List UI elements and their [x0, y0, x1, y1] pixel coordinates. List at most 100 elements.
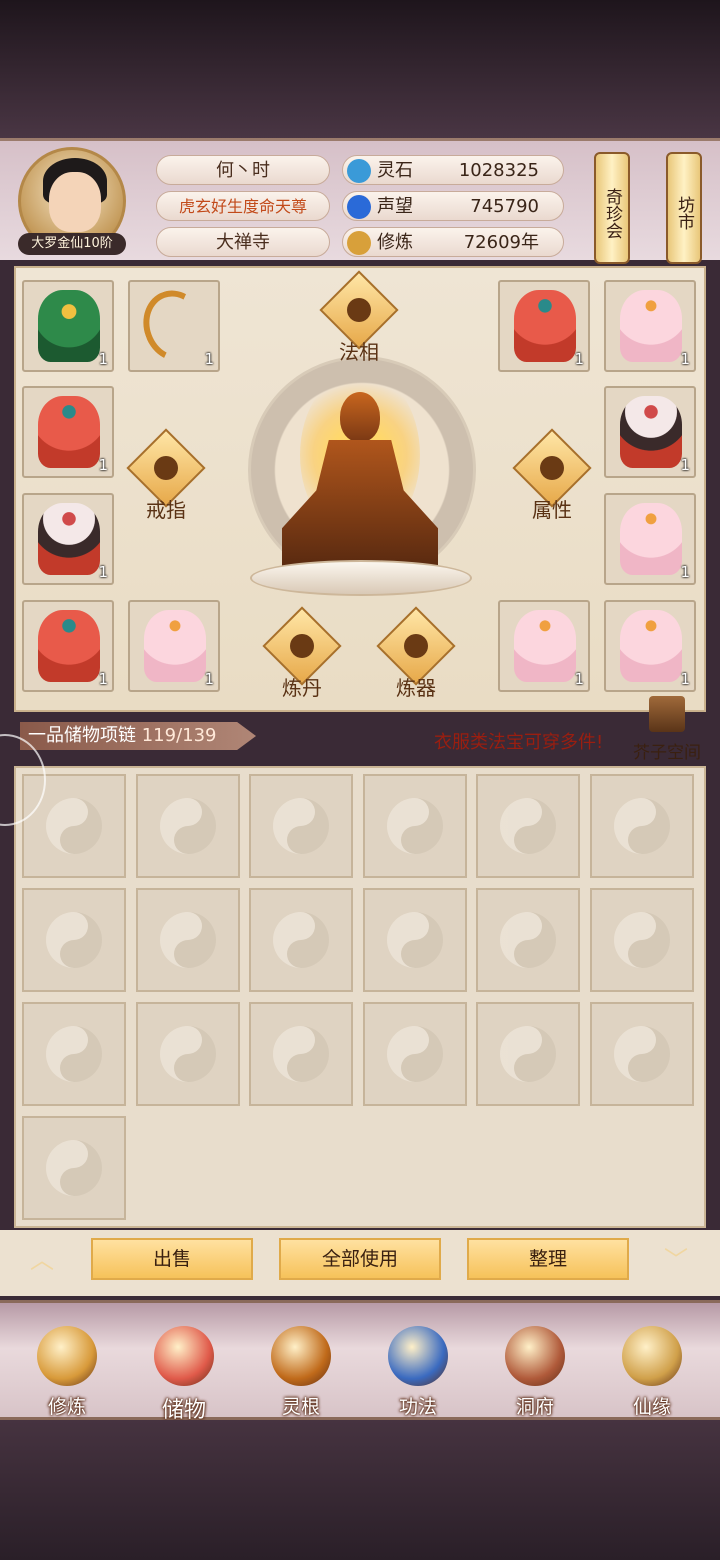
yin-yang-icon: [46, 912, 102, 968]
yin-yang-icon: [159, 798, 216, 854]
stat-prestige: 声望 745790: [342, 191, 564, 221]
bag-cell-empty[interactable]: [22, 1116, 126, 1220]
yin-yang-icon: [500, 912, 556, 968]
bag-cell-empty[interactable]: [362, 888, 467, 992]
bag-cell-empty[interactable]: [135, 774, 240, 878]
yin-yang-icon: [273, 798, 329, 854]
robe-icon: [620, 610, 682, 682]
hat-icon: [540, 456, 564, 480]
treasure-fair-button[interactable]: 奇珍会: [594, 152, 630, 264]
nav-item[interactable]: 仙缘: [607, 1326, 697, 1418]
page-up-arrow-icon[interactable]: ︿: [22, 1246, 62, 1274]
nav-item[interactable]: 修炼: [22, 1326, 112, 1418]
yin-yang-icon: [613, 1026, 670, 1082]
stat-spirit-stone: 灵石 1028325: [342, 155, 564, 185]
equipment-slot[interactable]: 1: [604, 280, 696, 372]
yin-yang-icon: [613, 912, 670, 968]
item-quantity: 1: [204, 670, 214, 688]
nav-item[interactable]: 功法: [373, 1326, 463, 1418]
alchemy-label: 炼丹: [282, 676, 322, 700]
equipment-slot[interactable]: 1: [604, 386, 696, 478]
item-quantity: 1: [680, 563, 690, 581]
stat-name: 修炼: [377, 232, 413, 253]
nav-item[interactable]: 洞府: [490, 1326, 580, 1418]
robe-icon: [514, 290, 576, 362]
robe-icon: [38, 610, 100, 682]
pocket-space-label: 芥子空间: [633, 743, 701, 763]
item-quantity: 1: [204, 350, 214, 368]
stat-value: 1028325: [458, 160, 539, 181]
bag-cell-empty[interactable]: [249, 1002, 353, 1106]
bag-cell-empty[interactable]: [476, 1002, 580, 1106]
bag-cell-empty[interactable]: [249, 888, 353, 992]
bag-name: 一品储物项链: [28, 725, 136, 746]
bag-count: 119/139: [141, 725, 217, 746]
use-all-button[interactable]: 全部使用: [279, 1238, 441, 1280]
bag-cell-empty[interactable]: [362, 774, 467, 878]
bag-hint: 衣服类法宝可穿多件!: [434, 732, 604, 753]
market-button[interactable]: 坊市: [666, 152, 702, 264]
scripture-book-icon: [388, 1326, 448, 1386]
equipment-slot[interactable]: 1: [22, 280, 114, 372]
bag-cell-empty[interactable]: [476, 774, 580, 878]
bag-cell-empty[interactable]: [589, 888, 694, 992]
bag-cell-empty[interactable]: [589, 774, 694, 878]
cultivation-icon: [347, 231, 371, 255]
yin-yang-icon: [46, 1026, 102, 1082]
item-quantity: 1: [680, 456, 690, 474]
item-quantity: 1: [680, 670, 690, 688]
equipment-slot[interactable]: 1: [22, 493, 114, 585]
pocket-space-button[interactable]: 芥子空间: [632, 696, 702, 763]
page-down-arrow-icon[interactable]: ﹀: [656, 1246, 696, 1274]
nav-label: 功法: [398, 1396, 437, 1418]
player-title[interactable]: 虎玄好生度命天尊: [156, 191, 330, 221]
item-quantity: 1: [574, 670, 584, 688]
item-quantity: 1: [98, 563, 108, 581]
nav-item[interactable]: 灵根: [256, 1326, 346, 1418]
equipment-slot[interactable]: 1: [22, 386, 114, 478]
equipment-slot[interactable]: 1: [128, 280, 220, 372]
robe-icon: [620, 396, 682, 468]
yin-yang-icon: [386, 1026, 443, 1082]
stat-value: 745790: [470, 196, 539, 217]
meditating-figure-head: [340, 392, 380, 442]
cauldron-icon: [290, 634, 314, 658]
stat-cultivation: 修炼 72609年: [342, 227, 564, 257]
treasure-box-icon: [649, 696, 685, 732]
equipment-slot[interactable]: 1: [498, 280, 590, 372]
equipment-slot[interactable]: 1: [604, 600, 696, 692]
robe-icon: [38, 290, 100, 362]
yin-yang-icon: [273, 1026, 329, 1082]
item-quantity: 1: [98, 670, 108, 688]
equipment-slot[interactable]: 1: [604, 493, 696, 585]
yin-yang-icon: [159, 912, 216, 968]
bag-cell-empty[interactable]: [589, 1002, 694, 1106]
stat-value: 72609年: [463, 232, 539, 253]
bag-cell-empty[interactable]: [249, 774, 353, 878]
bag-cell-empty[interactable]: [22, 888, 126, 992]
sort-button[interactable]: 整理: [467, 1238, 629, 1280]
spirit-stone-icon: [347, 159, 371, 183]
item-quantity: 1: [98, 350, 108, 368]
bag-cell-empty[interactable]: [22, 1002, 126, 1106]
yin-yang-icon: [613, 798, 670, 854]
sell-button[interactable]: 出售: [91, 1238, 253, 1280]
player-name: 何丶时: [156, 155, 330, 185]
spirit-root-icon: [271, 1326, 331, 1386]
prestige-icon: [347, 195, 371, 219]
equipment-slot[interactable]: 1: [22, 600, 114, 692]
robe-icon: [144, 610, 206, 682]
robe-icon: [38, 503, 100, 575]
yin-yang-icon: [273, 912, 329, 968]
equipment-slot[interactable]: 1: [498, 600, 590, 692]
bag-cell-empty[interactable]: [362, 1002, 467, 1106]
bag-cell-empty[interactable]: [476, 888, 580, 992]
bag-cell-empty[interactable]: [135, 888, 240, 992]
dharma-label: 法相: [339, 340, 379, 364]
bag-cell-empty[interactable]: [135, 1002, 240, 1106]
equipment-slot[interactable]: 1: [128, 600, 220, 692]
avatar-face: [49, 172, 101, 232]
bottom-background: [0, 1420, 720, 1560]
stat-name: 声望: [377, 196, 413, 217]
nav-item[interactable]: 储物: [139, 1326, 229, 1423]
